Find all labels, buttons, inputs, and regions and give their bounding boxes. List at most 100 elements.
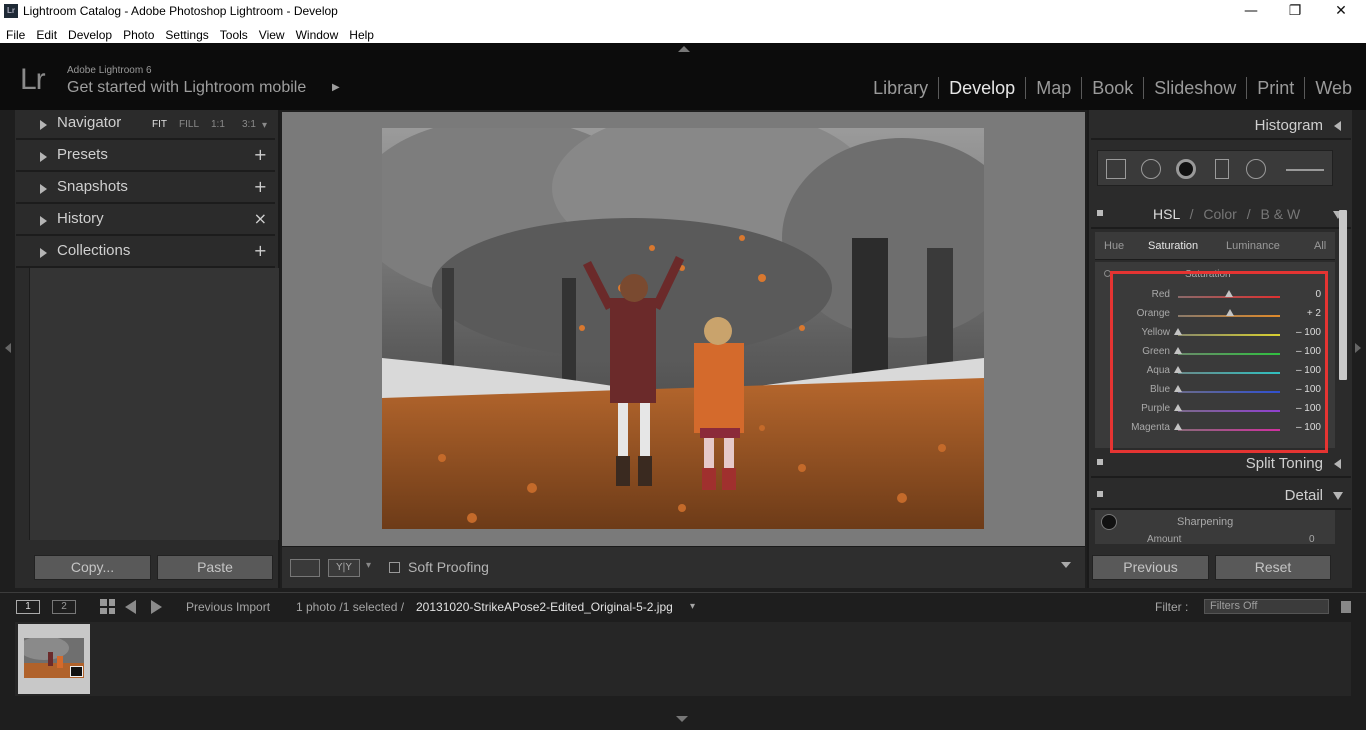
- split-toning-label: Split Toning: [1245, 455, 1323, 472]
- window-title: Lightroom Catalog - Adobe Photoshop Ligh…: [23, 4, 338, 18]
- before-after-dropdown-icon[interactable]: ▾: [366, 560, 371, 571]
- module-print[interactable]: Print: [1246, 77, 1304, 99]
- expand-triangle-icon: [40, 120, 47, 130]
- bottom-panel-toggle-icon[interactable]: [676, 716, 688, 722]
- amount-value[interactable]: 0: [1309, 534, 1315, 545]
- arrow-left-icon[interactable]: [125, 600, 136, 614]
- close-button[interactable]: ✕: [1318, 0, 1364, 24]
- loupe-view-button[interactable]: [290, 559, 320, 577]
- menu-window[interactable]: Window: [290, 26, 344, 44]
- module-web[interactable]: Web: [1304, 77, 1362, 99]
- module-picker: Library Develop Map Book Slideshow Print…: [863, 77, 1362, 99]
- arrow-right-icon[interactable]: [151, 600, 162, 614]
- lightroom-app-icon: Lr: [4, 4, 18, 18]
- snapshots-header[interactable]: Snapshots +: [16, 174, 275, 204]
- navigator-header[interactable]: Navigator FIT FILL 1:1 3:1 ▾: [16, 110, 275, 140]
- bw-tab-label[interactable]: B & W: [1261, 206, 1301, 222]
- radial-filter-icon[interactable]: [1246, 159, 1266, 179]
- filter-lock-icon[interactable]: [1341, 601, 1351, 613]
- color-tab-label[interactable]: Color: [1203, 206, 1236, 222]
- before-after-button[interactable]: Y|Y: [328, 559, 360, 577]
- add-snapshot-icon[interactable]: +: [254, 177, 267, 196]
- menu-file[interactable]: File: [0, 26, 30, 44]
- adjustment-brush-icon[interactable]: [1286, 169, 1324, 171]
- detail-body: Sharpening Amount 0: [1095, 510, 1335, 545]
- filter-label: Filter :: [1155, 600, 1189, 614]
- menu-help[interactable]: Help: [343, 26, 379, 44]
- graduated-filter-icon[interactable]: [1215, 159, 1229, 179]
- snapshots-label: Snapshots: [57, 178, 128, 195]
- collections-header[interactable]: Collections +: [16, 238, 275, 268]
- menu-bar: File Edit Develop Photo Settings Tools View Win…: [0, 24, 1366, 43]
- left-panel-toggle-icon[interactable]: [5, 343, 11, 353]
- menu-settings[interactable]: Settings: [159, 26, 213, 44]
- panel-switch-icon[interactable]: [1097, 210, 1103, 216]
- window-1-button[interactable]: 1: [16, 600, 40, 614]
- module-map[interactable]: Map: [1025, 77, 1081, 99]
- menu-tools[interactable]: Tools: [214, 26, 253, 44]
- detail-header[interactable]: Detail: [1091, 480, 1351, 510]
- module-slideshow[interactable]: Slideshow: [1143, 77, 1246, 99]
- filmstrip-thumbnail[interactable]: [18, 624, 90, 694]
- hsl-tab-label[interactable]: HSL: [1153, 206, 1180, 222]
- module-library[interactable]: Library: [863, 77, 938, 99]
- filename-dropdown-icon[interactable]: ▾: [690, 601, 695, 612]
- menu-view[interactable]: View: [253, 26, 290, 44]
- maximize-button[interactable]: ❐: [1272, 0, 1318, 24]
- tab-all[interactable]: All: [1314, 240, 1326, 252]
- crop-tool-icon[interactable]: [1106, 159, 1126, 179]
- panel-switch-icon[interactable]: [1097, 459, 1103, 465]
- zoom-fill[interactable]: FILL: [179, 119, 199, 130]
- right-panel-toggle-icon[interactable]: [1355, 343, 1361, 353]
- expand-triangle-icon: [40, 216, 47, 226]
- module-book[interactable]: Book: [1081, 77, 1143, 99]
- red-eye-icon[interactable]: [1176, 159, 1196, 179]
- panel-switch-icon[interactable]: [1097, 491, 1103, 497]
- window-2-button[interactable]: 2: [52, 600, 76, 614]
- collapse-triangle-icon: [1334, 121, 1341, 131]
- detail-warning-icon[interactable]: [1101, 514, 1117, 530]
- histogram-label: Histogram: [1254, 117, 1323, 134]
- history-header[interactable]: History ×: [16, 206, 275, 236]
- spot-removal-icon[interactable]: [1141, 159, 1161, 179]
- grid-icon[interactable]: [100, 599, 115, 614]
- hsl-header[interactable]: HSL / Color / B & W: [1091, 199, 1351, 229]
- tab-hue[interactable]: Hue: [1104, 240, 1124, 252]
- history-label: History: [57, 210, 104, 227]
- previous-button[interactable]: Previous: [1092, 555, 1209, 580]
- photo-preview[interactable]: [382, 128, 984, 529]
- filename-label[interactable]: 20131020-StrikeAPose2-Edited_Original-5-…: [416, 600, 673, 614]
- right-panel-scrollbar[interactable]: [1339, 210, 1347, 380]
- menu-edit[interactable]: Edit: [30, 26, 62, 44]
- top-panel-toggle-icon[interactable]: [678, 46, 690, 52]
- toolbar-content-dropdown-icon[interactable]: [1061, 562, 1071, 568]
- filter-select[interactable]: Filters Off: [1204, 599, 1329, 614]
- soft-proofing-checkbox[interactable]: [389, 562, 400, 573]
- zoom-more-icon[interactable]: ▾: [262, 120, 267, 131]
- zoom-1-1[interactable]: 1:1: [211, 119, 225, 130]
- copy-button[interactable]: Copy...: [34, 555, 151, 580]
- zoom-3-1[interactable]: 3:1: [242, 119, 256, 130]
- lr-logo: Lr: [20, 63, 46, 96]
- menu-develop[interactable]: Develop: [62, 26, 117, 44]
- expand-triangle-icon: [1333, 492, 1343, 500]
- source-label[interactable]: Previous Import: [186, 600, 270, 614]
- highlight-annotation-box: [1110, 271, 1328, 453]
- tab-saturation[interactable]: Saturation: [1148, 240, 1198, 252]
- histogram-header[interactable]: Histogram: [1091, 110, 1351, 140]
- reset-button[interactable]: Reset: [1215, 555, 1331, 580]
- paste-button[interactable]: Paste: [157, 555, 273, 580]
- zoom-fit[interactable]: FIT: [152, 119, 167, 130]
- play-arrow-icon[interactable]: ▶: [332, 82, 340, 93]
- tab-luminance[interactable]: Luminance: [1226, 240, 1280, 252]
- minimize-button[interactable]: —: [1228, 0, 1274, 24]
- develop-toolbar: Y|Y ▾ Soft Proofing: [282, 546, 1085, 588]
- hsl-subtabs: Hue Saturation Luminance All: [1095, 232, 1335, 260]
- presets-header[interactable]: Presets +: [16, 142, 275, 172]
- menu-photo[interactable]: Photo: [117, 26, 159, 44]
- add-collection-icon[interactable]: +: [254, 241, 267, 260]
- clear-history-icon[interactable]: ×: [254, 209, 267, 228]
- add-preset-icon[interactable]: +: [254, 145, 267, 164]
- module-develop[interactable]: Develop: [938, 77, 1025, 99]
- lightroom-mobile-link[interactable]: Get started with Lightroom mobile: [67, 79, 306, 97]
